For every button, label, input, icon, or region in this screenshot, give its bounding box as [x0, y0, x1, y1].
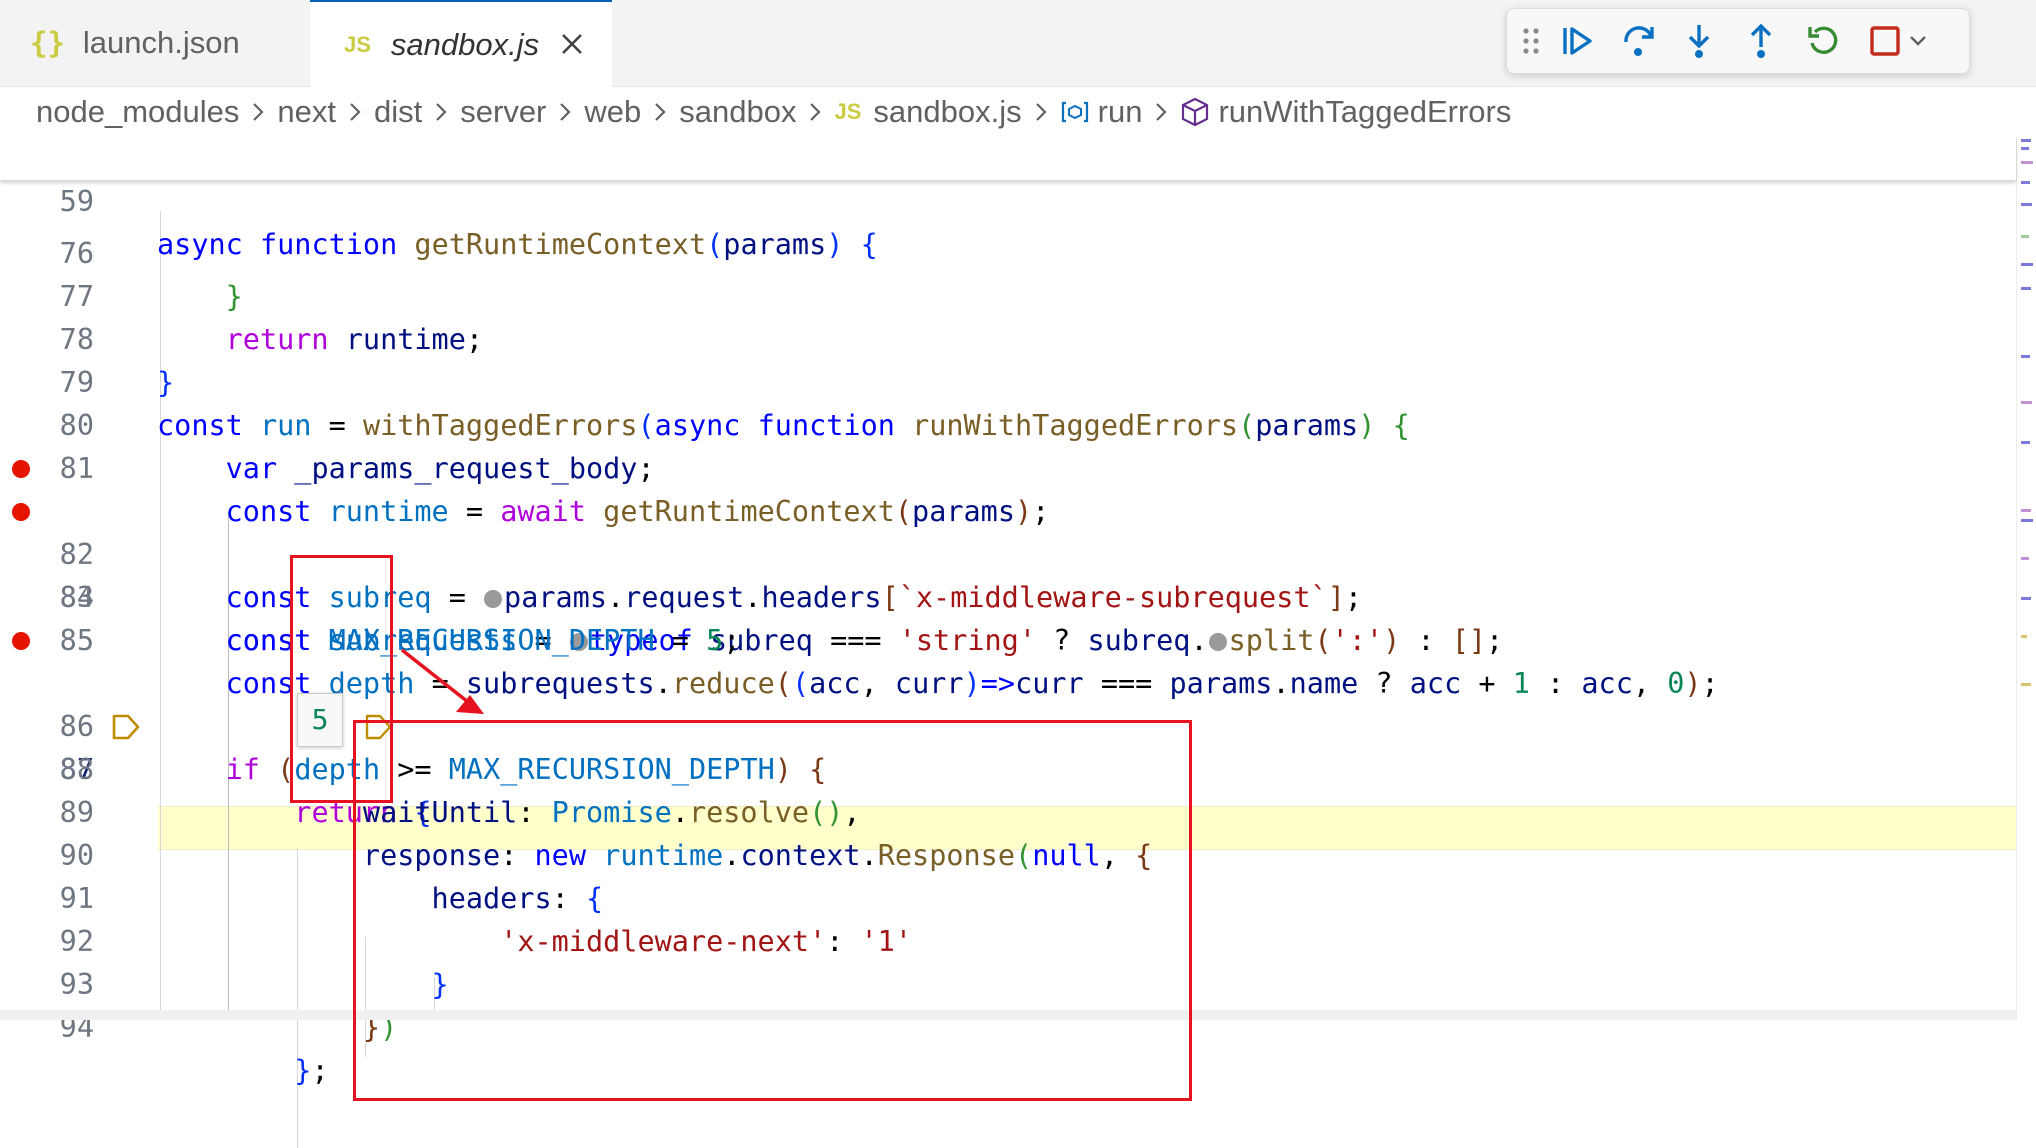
restart-icon[interactable]	[1801, 19, 1845, 63]
step-over-icon[interactable]	[1617, 19, 1661, 63]
editor-tab-bar: {} launch.json JS sandbox.js	[0, 0, 2036, 87]
breadcrumb-function-label: runWithTaggedErrors	[1218, 94, 1512, 129]
code-editor[interactable]: 59 async function getRuntimeContext(para…	[0, 137, 2036, 1148]
chevron-right-icon	[808, 101, 822, 123]
json-file-icon: {}	[30, 26, 65, 60]
breadcrumb-file[interactable]: JS sandbox.js	[834, 94, 1021, 130]
debug-toolbar	[1506, 8, 1970, 74]
breadcrumb-variable-label: run	[1097, 94, 1143, 129]
breadcrumb-folder[interactable]: sandbox	[679, 94, 796, 130]
chevron-down-icon[interactable]	[1903, 19, 1933, 63]
chevron-right-icon	[1034, 101, 1048, 123]
js-file-icon: JS	[834, 99, 862, 124]
breadcrumb-folder[interactable]: server	[460, 94, 546, 130]
tab-label: launch.json	[82, 25, 240, 60]
annotation-arrow-icon	[400, 648, 484, 714]
chevron-right-icon	[653, 101, 667, 123]
step-into-icon[interactable]	[1677, 19, 1721, 63]
tab-sandbox-js[interactable]: JS sandbox.js	[310, 0, 612, 87]
breadcrumb-folder[interactable]: node_modules	[36, 94, 239, 130]
breadcrumb-folder[interactable]: next	[277, 94, 336, 130]
cube-method-icon	[1180, 97, 1210, 127]
tab-launch-json[interactable]: {} launch.json	[0, 0, 310, 86]
stop-icon[interactable]	[1863, 19, 1907, 63]
breadcrumb: node_modules next dist server web sandbo…	[0, 87, 2036, 137]
continue-icon[interactable]	[1555, 19, 1599, 63]
variable-icon	[1060, 100, 1090, 124]
close-icon[interactable]	[552, 24, 592, 64]
chevron-right-icon	[558, 101, 572, 123]
chevron-right-icon	[348, 101, 362, 123]
chevron-right-icon	[251, 101, 265, 123]
chevron-right-icon	[1154, 101, 1168, 123]
chevron-right-icon	[434, 101, 448, 123]
breadcrumb-variable[interactable]: run	[1060, 94, 1143, 130]
drag-handle-icon[interactable]	[1519, 19, 1543, 63]
vertical-scrollbar[interactable]	[2016, 137, 2036, 1020]
step-out-icon[interactable]	[1739, 19, 1783, 63]
breadcrumb-folder[interactable]: dist	[374, 94, 422, 130]
js-file-icon: JS	[344, 31, 371, 57]
breadcrumb-function[interactable]: runWithTaggedErrors	[1180, 94, 1511, 130]
code-text: };	[294, 1054, 329, 1087]
breadcrumb-folder[interactable]: web	[584, 94, 641, 130]
breadcrumb-file-label: sandbox.js	[873, 94, 1022, 129]
tab-label: sandbox.js	[390, 26, 540, 62]
